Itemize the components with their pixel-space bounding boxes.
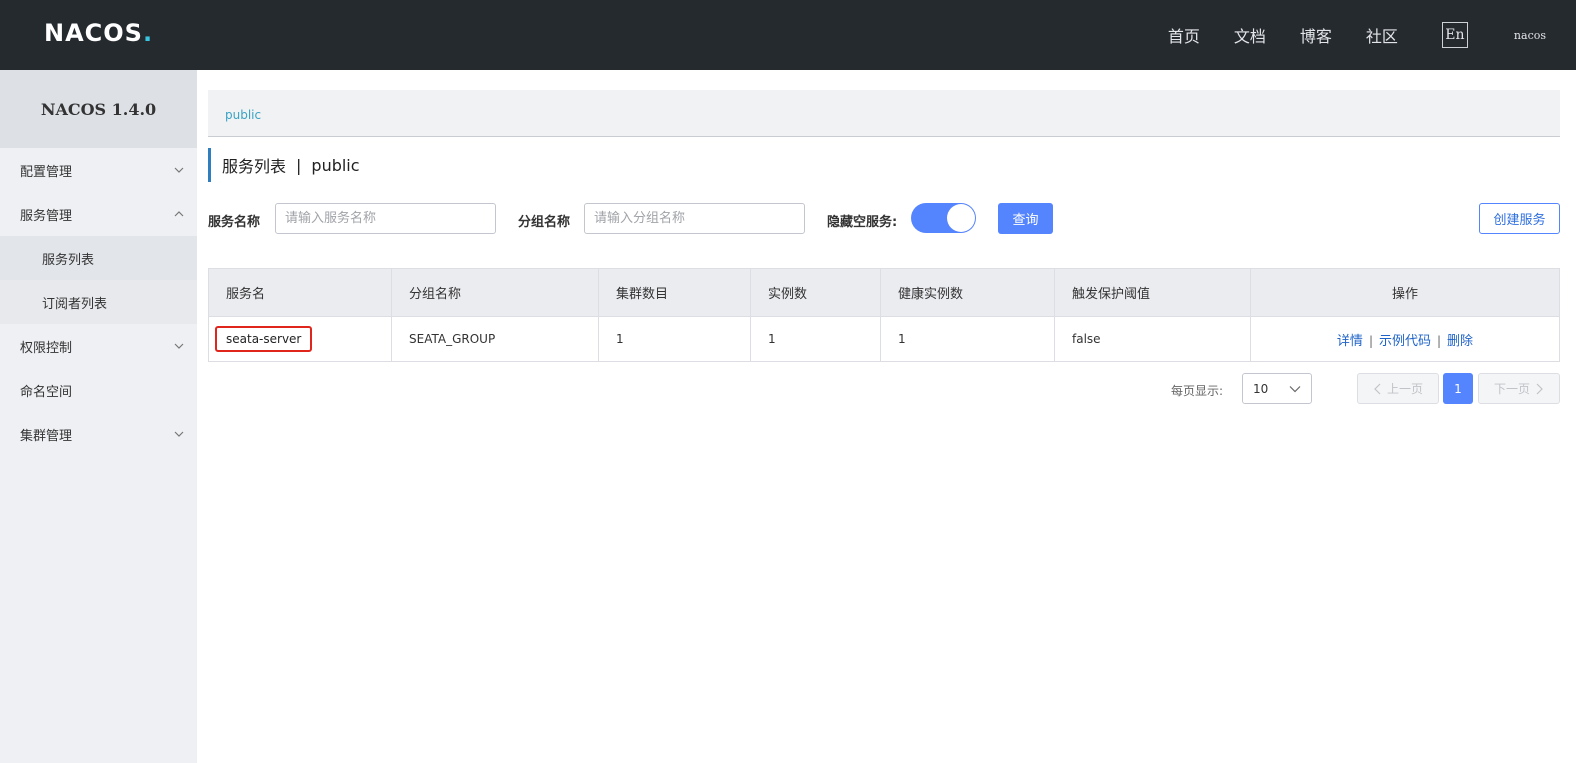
sidebar-item-service-management[interactable]: 服务管理 [0,192,197,236]
namespace-bar: public [208,90,1560,137]
page-size-value: 10 [1253,381,1269,396]
query-button[interactable]: 查询 [998,203,1053,234]
column-header-service-name: 服务名 [208,268,392,317]
sample-code-link[interactable]: 示例代码 [1379,334,1431,349]
top-navbar: NACOS. 首页 文档 博客 社区 En nacos [0,0,1576,70]
next-page-button[interactable]: 下一页 [1478,373,1560,404]
chevron-down-icon [174,431,184,437]
service-name-highlighted: seata-server [215,326,313,352]
cell-cluster-count: 1 [598,316,751,362]
cell-healthy-instance-count: 1 [880,316,1055,362]
sidebar-item-subscriber-list[interactable]: 订阅者列表 [0,280,197,324]
cell-group-name: SEATA_GROUP [391,316,599,362]
logo-text: NACOS [44,19,143,47]
cell-instance-count: 1 [750,316,881,362]
nav-blog[interactable]: 博客 [1300,23,1332,47]
namespace-link-public[interactable]: public [225,108,261,122]
sidebar-item-label: 集群管理 [20,428,73,444]
service-name-label: 服务名称 [208,215,261,230]
sidebar-item-label: 订阅者列表 [42,296,108,312]
page-title: 服务列表 | public [208,148,360,182]
hide-empty-services-label: 隐藏空服务: [827,215,898,230]
op-separator: | [1437,333,1442,348]
toggle-knob [947,204,975,232]
top-nav: 首页 文档 博客 社区 En nacos [1168,0,1576,70]
page-number-current[interactable]: 1 [1443,373,1473,404]
sidebar-item-cluster-management[interactable]: 集群管理 [0,412,197,456]
create-service-button[interactable]: 创建服务 [1479,203,1560,234]
cell-service-name: seata-server [208,316,392,362]
page-title-text: 服务列表 [222,157,287,176]
chevron-right-icon [1536,383,1543,394]
nav-community[interactable]: 社区 [1366,23,1398,47]
sidebar-item-label: 权限控制 [20,340,73,356]
nacos-logo[interactable]: NACOS. [44,18,152,48]
page-title-separator: | [296,155,302,175]
sidebar-item-config-management[interactable]: 配置管理 [0,148,197,192]
op-separator: | [1368,333,1373,348]
cell-operations: 详情 | 示例代码 | 删除 [1250,316,1560,362]
sidebar-item-label: 命名空间 [20,384,73,400]
service-name-input[interactable] [275,203,496,234]
sidebar-item-service-list[interactable]: 服务列表 [0,236,197,280]
chevron-up-icon [174,211,184,217]
nav-home[interactable]: 首页 [1168,23,1200,47]
detail-link[interactable]: 详情 [1337,334,1363,349]
hide-empty-services-toggle[interactable] [911,203,976,233]
language-toggle-button[interactable]: En [1441,22,1468,48]
column-header-group-name: 分组名称 [391,268,599,317]
chevron-down-icon [1289,386,1301,393]
table-header-row: 服务名 分组名称 集群数目 实例数 健康实例数 触发保护阈值 操作 [208,268,1560,317]
page-size-label: 每页显示: [1171,384,1224,398]
group-name-label: 分组名称 [518,215,571,230]
page-size-select[interactable]: 10 [1242,373,1312,404]
user-name[interactable]: nacos [1514,29,1546,42]
table-row: seata-server SEATA_GROUP 1 1 1 false 详情 |… [208,316,1560,362]
delete-link[interactable]: 删除 [1447,334,1473,349]
sidebar-item-label: 服务管理 [20,208,73,224]
column-header-protect-threshold: 触发保护阈值 [1054,268,1251,317]
column-header-instance-count: 实例数 [750,268,881,317]
service-table: 服务名 分组名称 集群数目 实例数 健康实例数 触发保护阈值 操作 seata-… [208,268,1560,362]
chevron-left-icon [1374,383,1381,394]
group-name-input[interactable] [584,203,805,234]
sidebar-item-label: 配置管理 [20,164,73,180]
next-page-label: 下一页 [1493,382,1530,396]
sidebar-version-title: NACOS 1.4.0 [0,70,197,148]
sidebar: NACOS 1.4.0 配置管理 服务管理 服务列表 订阅者列表 权限控制 命名… [0,70,197,763]
column-header-cluster-count: 集群数目 [598,268,751,317]
logo-dot: . [142,19,153,47]
chevron-down-icon [174,167,184,173]
prev-page-button[interactable]: 上一页 [1357,373,1439,404]
sidebar-item-label: 服务列表 [42,252,95,268]
sidebar-item-namespace[interactable]: 命名空间 [0,368,197,412]
chevron-down-icon [174,343,184,349]
cell-protect-threshold: false [1054,316,1251,362]
column-header-healthy-instance-count: 健康实例数 [880,268,1055,317]
column-header-operations: 操作 [1250,268,1560,317]
prev-page-label: 上一页 [1386,382,1423,396]
page-title-namespace: public [311,155,360,175]
sidebar-item-access-control[interactable]: 权限控制 [0,324,197,368]
nav-docs[interactable]: 文档 [1234,23,1266,47]
